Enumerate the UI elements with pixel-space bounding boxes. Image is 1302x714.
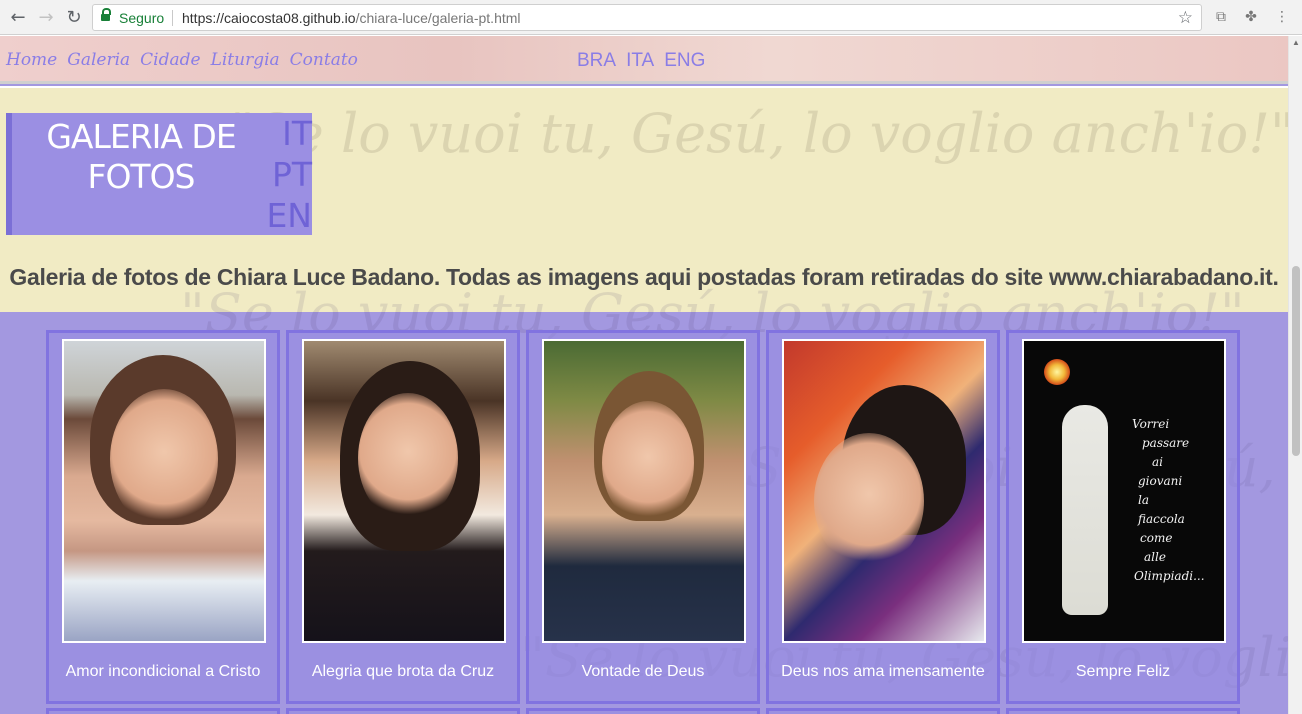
photo-gallery-row-2 (46, 708, 1240, 714)
photo-face-shape (602, 401, 694, 525)
poem-line: la (1138, 493, 1149, 507)
gallery-caption: Amor incondicional a Cristo (65, 663, 261, 680)
url-path: /chiara-luce/galeria-pt.html (355, 10, 521, 26)
menu-liturgia[interactable]: Liturgia (211, 50, 280, 70)
menu-galeria[interactable]: Galeria (67, 50, 130, 70)
language-switcher: BRA ITA ENG (577, 50, 705, 72)
gallery-card[interactable] (46, 708, 280, 714)
gallery-card[interactable]: Deus nos ama imensamente (766, 330, 1000, 704)
site-menu: Home Galeria Cidade Liturgia Contato (6, 50, 358, 70)
menu-contato[interactable]: Contato (290, 50, 358, 70)
gallery-photo[interactable] (62, 339, 266, 643)
address-bar[interactable]: Seguro https://caiocosta08.github.io/chi… (92, 4, 1202, 31)
forward-icon[interactable]: → (34, 6, 58, 30)
extension-puzzle-icon[interactable]: ✤ (1241, 7, 1261, 27)
lang-bra[interactable]: BRA (577, 50, 616, 72)
poem-line: Vorrei (1132, 417, 1170, 431)
photo-face-shape (358, 393, 458, 523)
gallery-card[interactable]: Amor incondicional a Cristo (46, 330, 280, 704)
browser-toolbar: ← → ↻ Seguro https://caiocosta08.github.… (0, 0, 1302, 35)
url-host: https://caiocosta08.github.io (182, 10, 356, 26)
gallery-photo[interactable] (782, 339, 986, 643)
gallery-intro: Galeria de fotos de Chiara Luce Badano. … (9, 264, 1279, 290)
gallery-photo[interactable] (542, 339, 746, 643)
secure-label: Seguro (119, 10, 165, 26)
gallery-photo[interactable]: Vorrei passare ai giovani la fiaccola co… (1022, 339, 1226, 643)
lang-ita[interactable]: ITA (626, 50, 654, 72)
poem-line: fiaccola (1138, 512, 1185, 526)
poem-line: giovani (1138, 474, 1183, 488)
url-text[interactable]: https://caiocosta08.github.io/chiara-luc… (182, 10, 521, 26)
lock-icon (101, 8, 111, 23)
poem-line: passare (1142, 436, 1190, 450)
gallery-caption: Alegria que brota da Cruz (311, 663, 495, 680)
poem-line: come (1140, 531, 1173, 545)
page-content: Home Galeria Cidade Liturgia Contato BRA… (0, 36, 1288, 714)
gallery-card[interactable]: Alegria que brota da Cruz (286, 330, 520, 704)
gallery-caption: Deus nos ama imensamente (781, 663, 985, 680)
gallery-card[interactable] (286, 708, 520, 714)
torch-icon (1044, 359, 1070, 385)
lang-it[interactable]: IT (282, 113, 312, 154)
poem-line: Olimpiadi... (1134, 569, 1205, 583)
gallery-card[interactable] (526, 708, 760, 714)
lang-pt[interactable]: PT (272, 154, 312, 195)
gallery-caption: Sempre Feliz (1075, 663, 1171, 680)
page-title-line1: GALERIA DE (46, 117, 236, 156)
gallery-card[interactable]: Vontade de Deus (526, 330, 760, 704)
scrollbar-thumb[interactable] (1292, 266, 1300, 456)
page-title: GALERIA DE FOTOS (28, 117, 254, 197)
gallery-card[interactable]: Vorrei passare ai giovani la fiaccola co… (1006, 330, 1240, 704)
gallery-title-box: GALERIA DE FOTOS IT PT EN (6, 113, 312, 235)
reload-icon[interactable]: ↻ (62, 6, 86, 30)
photo-gallery: Amor incondicional a Cristo Alegria que … (46, 330, 1240, 704)
photo-figure-shape (1062, 405, 1108, 615)
scroll-up-arrow-icon[interactable]: ▲ (1289, 36, 1302, 50)
site-header: Home Galeria Cidade Liturgia Contato BRA… (0, 36, 1288, 84)
gallery-caption: Vontade de Deus (581, 663, 705, 680)
gallery-photo[interactable] (302, 339, 506, 643)
bookmark-star-icon[interactable]: ☆ (1178, 8, 1193, 28)
lang-eng[interactable]: ENG (664, 50, 705, 72)
poem-line: ai (1152, 455, 1163, 469)
menu-home[interactable]: Home (6, 50, 57, 70)
back-icon[interactable]: ← (6, 6, 30, 30)
gallery-card[interactable] (1006, 708, 1240, 714)
photo-poem: Vorrei passare ai giovani la fiaccola co… (1132, 415, 1205, 586)
menu-kebab-icon[interactable]: ⋮ (1272, 7, 1292, 27)
lang-en[interactable]: EN (266, 195, 312, 236)
extension-icon[interactable]: ⧉ (1211, 7, 1231, 27)
gallery-card[interactable] (766, 708, 1000, 714)
photo-face-shape (814, 433, 924, 569)
page-scrollbar[interactable]: ▲ (1288, 36, 1302, 714)
menu-cidade[interactable]: Cidade (140, 50, 200, 70)
title-language-links: IT PT EN (266, 113, 312, 236)
page-title-line2: FOTOS (87, 157, 195, 196)
address-separator (172, 10, 173, 26)
poem-line: alle (1144, 550, 1166, 564)
photo-face-shape (110, 389, 218, 529)
